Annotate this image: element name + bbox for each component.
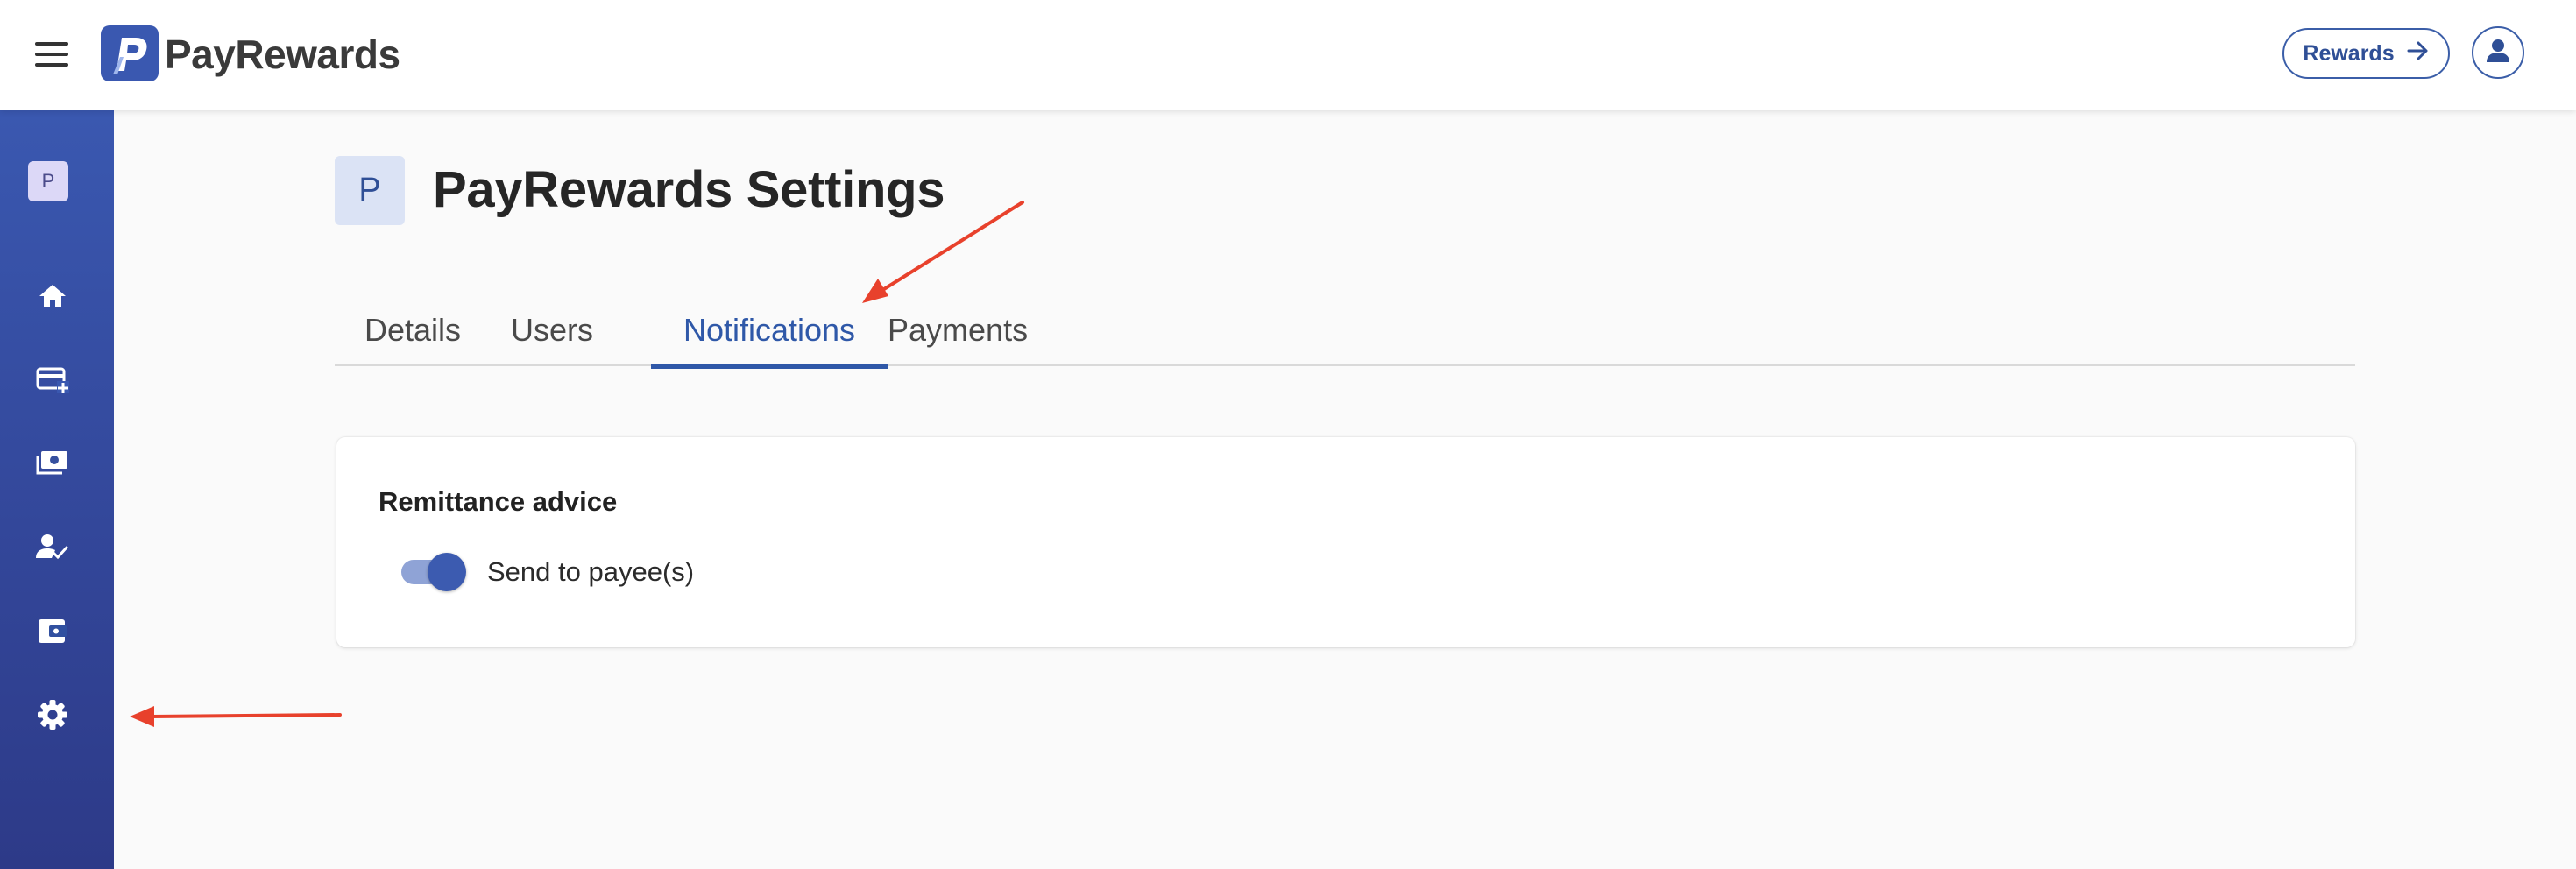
tab-notifications[interactable]: Notifications — [651, 298, 888, 369]
remittance-advice-card: Remittance advice Send to payee(s) — [336, 437, 2355, 647]
arrow-to-settings-icon — [130, 706, 342, 727]
arrow-right-icon — [2407, 40, 2430, 67]
payrewards-logo-icon — [101, 25, 159, 81]
home-icon — [38, 282, 67, 314]
tab-users[interactable]: Users — [491, 298, 613, 366]
sidebar-item-add-card[interactable] — [33, 363, 72, 401]
user-check-icon — [36, 533, 69, 565]
org-badge[interactable]: P — [28, 161, 68, 201]
settings-tabs: Details Users Notifications Payments — [335, 298, 2355, 369]
sidebar-item-settings[interactable] — [33, 697, 72, 736]
send-to-payees-toggle[interactable] — [400, 552, 466, 591]
brand-name: PayRewards — [165, 32, 400, 77]
wallet-icon — [37, 617, 68, 649]
hamburger-menu-icon[interactable] — [35, 40, 68, 68]
sidebar-item-approvals[interactable] — [33, 529, 72, 568]
annotation-arrows — [130, 201, 1024, 727]
sidebar-item-payments[interactable] — [33, 445, 72, 484]
toggle-knob — [428, 553, 466, 591]
payments-icon — [36, 449, 69, 481]
toggle-label: Send to payee(s) — [487, 556, 695, 587]
add-card-icon — [36, 366, 69, 399]
sidebar-item-home[interactable] — [33, 279, 72, 317]
user-account-button[interactable] — [2472, 26, 2524, 79]
tab-details[interactable]: Details — [335, 298, 491, 366]
rewards-button[interactable]: Rewards — [2282, 28, 2450, 79]
page-avatar: P — [335, 156, 405, 225]
section-title: Remittance advice — [379, 486, 618, 517]
settings-gear-icon — [37, 699, 68, 735]
rewards-button-label: Rewards — [2303, 40, 2395, 66]
tab-payments[interactable]: Payments — [888, 298, 1028, 366]
page-title: PayRewards Settings — [433, 161, 945, 218]
sidebar-item-wallet[interactable] — [33, 613, 72, 652]
top-app-bar: PayRewards Rewards — [0, 0, 2576, 110]
sidebar: P — [0, 110, 114, 869]
user-account-icon — [2483, 36, 2513, 70]
